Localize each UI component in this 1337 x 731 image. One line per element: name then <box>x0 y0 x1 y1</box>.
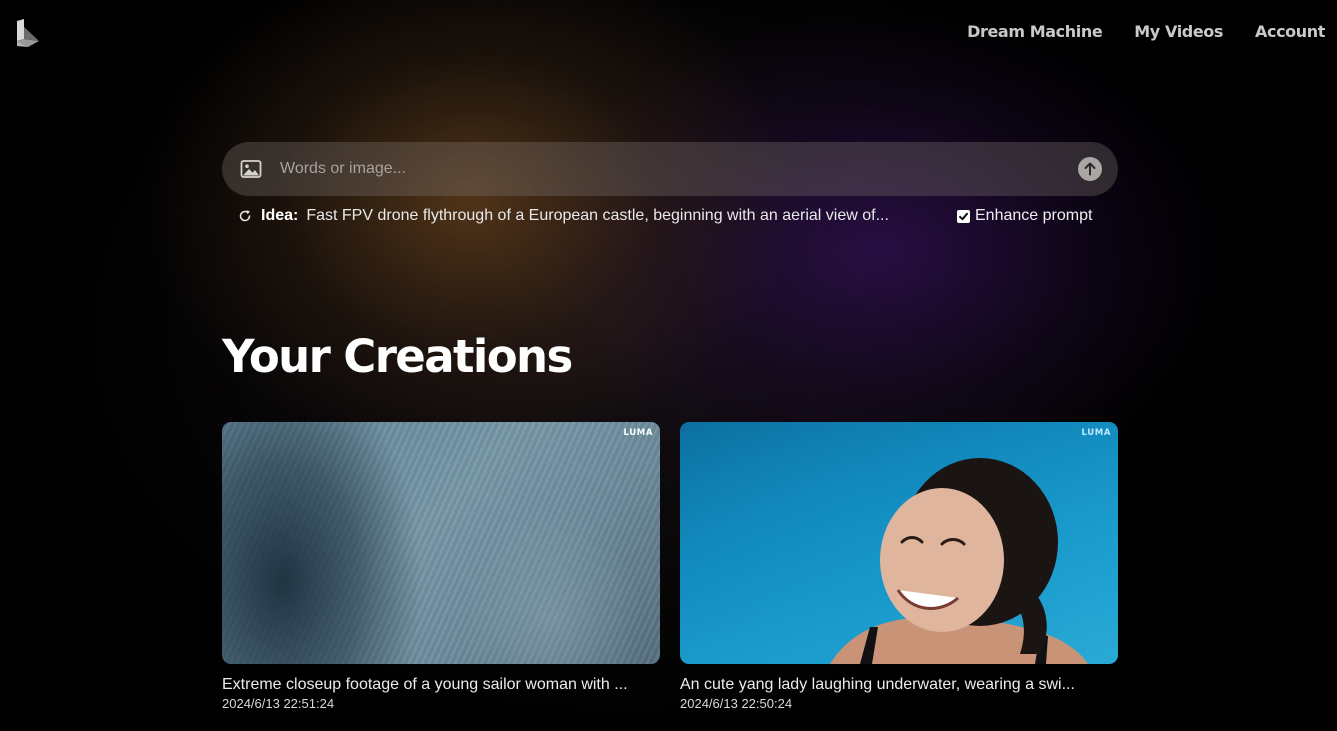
prompt-bar <box>222 142 1118 196</box>
top-nav: Dream Machine My Videos Account <box>967 22 1325 41</box>
nav-dream-machine[interactable]: Dream Machine <box>967 22 1103 41</box>
creation-date: 2024/6/13 22:50:24 <box>680 696 793 711</box>
luma-badge: LUMA <box>623 428 653 438</box>
swimmer-figure <box>830 458 1088 664</box>
nav-my-videos[interactable]: My Videos <box>1134 22 1223 41</box>
luma-badge: LUMA <box>1081 428 1111 438</box>
creation-caption: Extreme closeup footage of a young sailo… <box>222 676 628 693</box>
creation-card[interactable]: LUMA An cute yang lady laughing underwat… <box>680 422 1118 713</box>
submit-button[interactable] <box>1078 157 1102 181</box>
creation-card[interactable]: LUMA Extreme closeup footage of a young … <box>222 422 660 713</box>
image-icon[interactable] <box>240 159 262 179</box>
prompt-input[interactable] <box>278 142 1062 196</box>
creation-date: 2024/6/13 22:51:24 <box>222 696 335 711</box>
creation-caption: An cute yang lady laughing underwater, w… <box>680 676 1075 693</box>
idea-suggestion[interactable]: Fast FPV drone flythrough of a European … <box>306 207 889 225</box>
luma-logo-icon[interactable] <box>14 19 40 49</box>
refresh-icon[interactable] <box>238 209 252 223</box>
checkmark-icon <box>959 212 968 220</box>
enhance-checkbox[interactable] <box>957 209 970 223</box>
nav-account[interactable]: Account <box>1255 22 1325 41</box>
idea-row: Idea: Fast FPV drone flythrough of a Eur… <box>238 206 889 226</box>
enhance-prompt-label: Enhance prompt <box>975 207 1093 224</box>
section-title: Your Creations <box>222 330 573 383</box>
video-thumbnail[interactable]: LUMA <box>680 422 1118 664</box>
video-thumbnail[interactable]: LUMA <box>222 422 660 664</box>
idea-label: Idea: <box>261 207 299 224</box>
arrow-up-icon <box>1084 162 1096 176</box>
page: Dream Machine My Videos Account Idea: Fa… <box>0 0 1337 731</box>
enhance-prompt-toggle[interactable]: Enhance prompt <box>957 206 1092 226</box>
